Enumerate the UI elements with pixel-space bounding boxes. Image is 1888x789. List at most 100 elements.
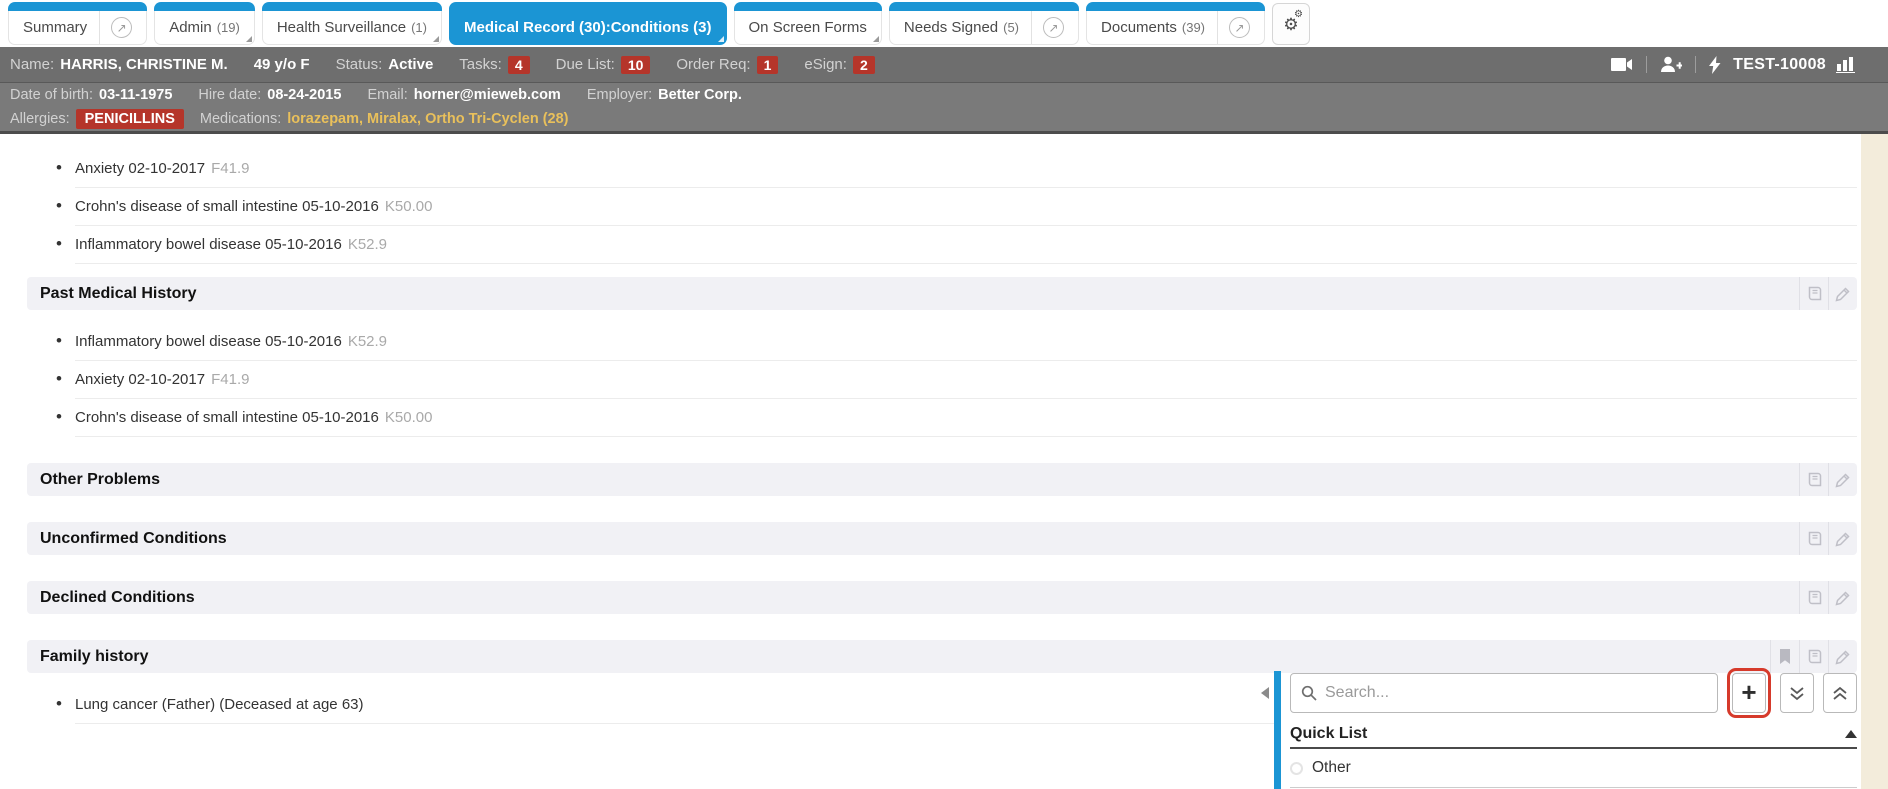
condition-item[interactable]: Anxiety 02-10-2017 F41.9 (75, 150, 1857, 188)
tab-accent-bar (449, 2, 727, 11)
conditions-content: Anxiety 02-10-2017 F41.9 Crohn's disease… (0, 134, 1888, 789)
status-label: Status: (336, 56, 383, 73)
section-title: Declined Conditions (27, 581, 195, 614)
popout-icon[interactable]: ↗ (1229, 17, 1250, 38)
tab-label: On Screen Forms (749, 19, 867, 36)
tab-accent-bar (1086, 2, 1265, 11)
condition-text: Inflammatory bowel disease 05-10-2016 (75, 333, 342, 350)
quick-list-item-label: Other (1312, 759, 1351, 777)
tab-label: Health Surveillance (277, 19, 406, 36)
patient-banner-row1: Name: HARRIS, CHRISTINE M. 49 y/o F Stat… (0, 47, 1888, 83)
section-header-unconfirmed-conditions: Unconfirmed Conditions (27, 522, 1857, 555)
radio-circle-icon (1290, 762, 1303, 775)
tab-on-screen-forms[interactable]: On Screen Forms (734, 3, 882, 45)
condition-text: Anxiety 02-10-2017 (75, 371, 205, 388)
popout-icon[interactable]: ↗ (111, 17, 132, 38)
past-medical-history-list: Inflammatory bowel disease 05-10-2016 K5… (75, 323, 1857, 437)
view-notes-icon[interactable] (1799, 463, 1828, 496)
patient-banner-row2: Date of birth: 03-11-1975 Hire date: 08-… (0, 83, 1888, 107)
section-title: Family history (27, 640, 148, 673)
video-camera-icon[interactable] (1611, 57, 1633, 72)
tab-needs-signed[interactable]: Needs Signed (5) ↗ (889, 3, 1079, 45)
panel-accent-bar (1274, 671, 1281, 789)
edit-pencil-icon[interactable] (1828, 640, 1857, 673)
patient-hire-date: 08-24-2015 (267, 87, 341, 103)
tab-label: Medical Record (30):Conditions (3) (464, 19, 712, 36)
edit-pencil-icon[interactable] (1828, 581, 1857, 614)
view-notes-icon[interactable] (1799, 522, 1828, 555)
due-list-count-badge[interactable]: 10 (621, 56, 651, 74)
section-header-family-history: Family history (27, 640, 1857, 673)
tab-health-surveillance[interactable]: Health Surveillance (1) (262, 3, 442, 45)
edit-pencil-icon[interactable] (1828, 463, 1857, 496)
condition-text: Anxiety 02-10-2017 (75, 160, 205, 177)
condition-code: K52.9 (348, 333, 387, 350)
add-person-icon[interactable] (1660, 56, 1682, 73)
edit-pencil-icon[interactable] (1828, 277, 1857, 310)
patient-dob: 03-11-1975 (99, 87, 172, 103)
chart-icon[interactable] (1836, 56, 1856, 73)
due-list-label: Due List: (556, 56, 615, 73)
sort-ascending-icon[interactable] (1845, 730, 1857, 738)
tab-label: Summary (23, 19, 87, 36)
condition-item[interactable]: Lung cancer (Father) (Deceased at age 63… (75, 686, 1280, 724)
lightning-icon[interactable] (1709, 56, 1721, 74)
tab-documents[interactable]: Documents (39) ↗ (1086, 3, 1265, 45)
section-header-other-problems: Other Problems (27, 463, 1857, 496)
condition-item[interactable]: Inflammatory bowel disease 05-10-2016 K5… (75, 226, 1857, 264)
chevrons-up-icon (1832, 686, 1848, 701)
patient-id: TEST-10008 (1733, 56, 1826, 74)
tab-accent-bar (734, 2, 882, 11)
condition-item[interactable]: Crohn's disease of small intestine 05-10… (75, 188, 1857, 226)
view-notes-icon[interactable] (1799, 581, 1828, 614)
condition-code: K50.00 (385, 198, 433, 215)
search-input[interactable] (1325, 684, 1707, 702)
name-label: Name: (10, 56, 54, 73)
view-notes-icon[interactable] (1799, 640, 1828, 673)
esign-count-badge[interactable]: 2 (853, 56, 875, 74)
condition-text: Crohn's disease of small intestine 05-10… (75, 198, 379, 215)
chevrons-down-icon (1789, 686, 1805, 701)
popout-icon[interactable]: ↗ (1043, 17, 1064, 38)
tab-medical-record-conditions[interactable]: Medical Record (30):Conditions (3) (449, 3, 727, 45)
tab-accent-bar (262, 2, 442, 11)
patient-email: horner@mieweb.com (414, 87, 561, 103)
medications-links[interactable]: lorazepam, Miralax, Ortho Tri-Cyclen (28… (287, 111, 568, 127)
collapse-all-button[interactable] (1823, 673, 1857, 713)
tab-label: Needs Signed (904, 19, 998, 36)
quick-list-header[interactable]: Quick List (1290, 720, 1857, 749)
hire-date-label: Hire date: (198, 87, 261, 103)
allergy-badge[interactable]: PENICILLINS (76, 109, 184, 129)
condition-text: Inflammatory bowel disease 05-10-2016 (75, 236, 342, 253)
patient-age-sex: 49 y/o F (254, 56, 310, 73)
quick-list-item-other[interactable]: Other (1290, 749, 1857, 788)
allergies-label: Allergies: (10, 111, 70, 127)
tab-accent-bar (154, 2, 255, 11)
dropdown-fold-icon (873, 36, 879, 42)
add-condition-button[interactable]: + (1732, 673, 1766, 713)
order-req-count-badge[interactable]: 1 (757, 56, 779, 74)
condition-item[interactable]: Inflammatory bowel disease 05-10-2016 K5… (75, 323, 1857, 361)
tab-admin[interactable]: Admin (19) (154, 3, 255, 45)
patient-employer: Better Corp. (658, 87, 742, 103)
tasks-count-badge[interactable]: 4 (508, 56, 530, 74)
search-icon (1301, 685, 1317, 701)
collapse-panel-icon[interactable] (1261, 687, 1269, 699)
tab-separator (1031, 11, 1032, 44)
view-notes-icon[interactable] (1799, 277, 1828, 310)
current-conditions-list: Anxiety 02-10-2017 F41.9 Crohn's disease… (75, 150, 1857, 264)
condition-code: F41.9 (211, 371, 249, 388)
scrollbar-track[interactable] (1861, 134, 1888, 789)
edit-pencil-icon[interactable] (1828, 522, 1857, 555)
condition-code: K52.9 (348, 236, 387, 253)
condition-item[interactable]: Anxiety 02-10-2017 F41.9 (75, 361, 1857, 399)
bookmark-icon[interactable] (1770, 640, 1799, 673)
settings-button[interactable]: ⚙ ⚙ (1272, 3, 1310, 45)
quick-list-title: Quick List (1290, 725, 1367, 743)
condition-item[interactable]: Crohn's disease of small intestine 05-10… (75, 399, 1857, 437)
condition-search-box[interactable] (1290, 673, 1718, 713)
order-req-label: Order Req: (676, 56, 750, 73)
tab-summary[interactable]: Summary ↗ (8, 3, 147, 45)
expand-all-button[interactable] (1780, 673, 1814, 713)
tab-accent-bar (889, 2, 1079, 11)
